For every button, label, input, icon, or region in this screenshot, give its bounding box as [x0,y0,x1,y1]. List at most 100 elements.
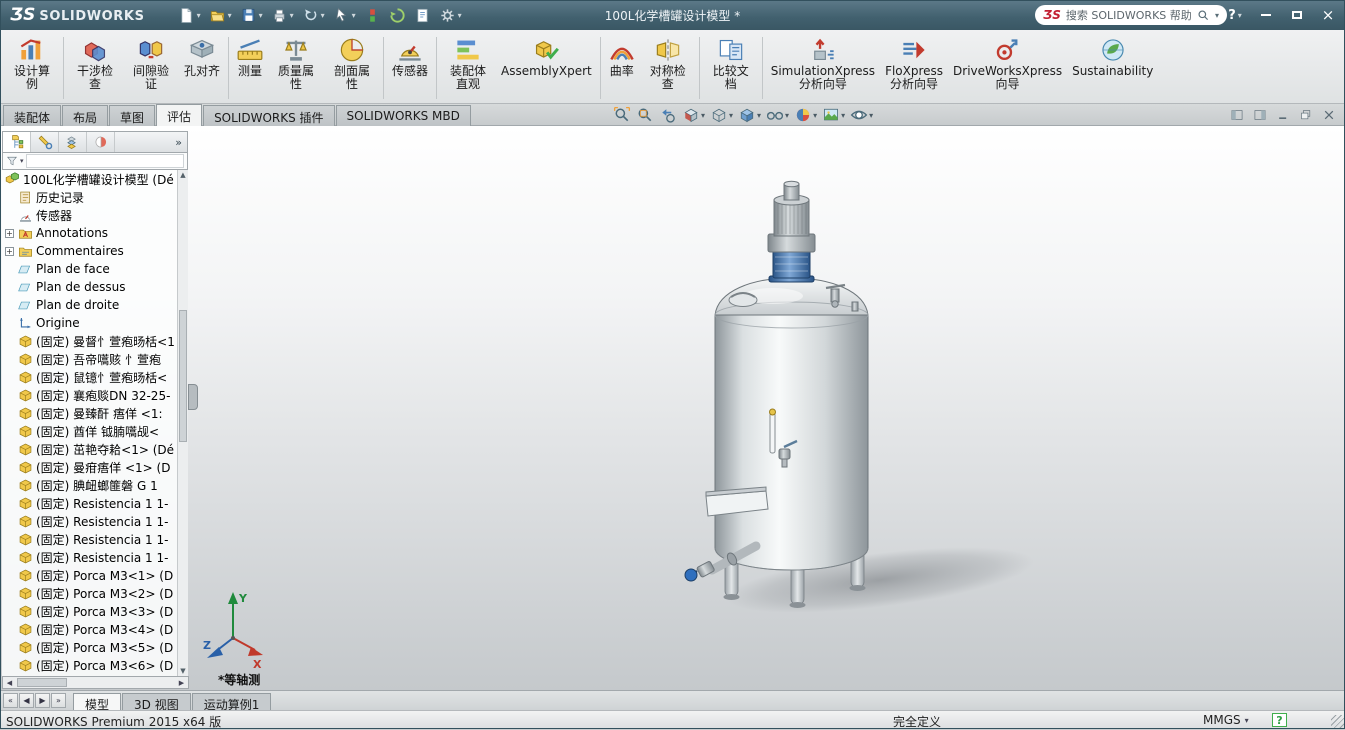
panel-tab-displaymanager[interactable] [87,132,115,152]
hide-show-items-button[interactable]: ▾ [765,106,790,124]
filter-funnel-icon[interactable] [6,155,18,167]
curvature-button[interactable]: 曲率 [604,34,640,102]
command-tab-3[interactable]: 评估 [156,104,202,126]
open-document-button[interactable]: ▾ [206,3,235,27]
tree-item[interactable]: (固定) 曼疳痦佯 <1> (D [2,458,188,476]
dropdown-arrow-icon[interactable]: ▾ [813,111,817,120]
tree-item[interactable]: (固定) 曼臻酐 痦佯 <1: [2,404,188,422]
dropdown-arrow-icon[interactable]: ▾ [321,11,325,20]
expand-toggle-icon[interactable]: + [5,229,14,238]
help-dropdown-arrow-icon[interactable]: ▾ [1238,11,1242,20]
dropdown-arrow-icon[interactable]: ▾ [785,111,789,120]
tree-item[interactable]: (固定) Porca M3<6> (D [2,656,188,674]
measure-button[interactable]: 测量 [232,34,268,102]
clearance-verification-button[interactable]: 间隙验证 [123,34,179,102]
zoom-area-button[interactable] [635,106,655,124]
bottom-tab-2[interactable]: 运动算例1 [192,693,272,710]
model-3d[interactable] [560,150,1050,660]
bottom-tab-1[interactable]: 3D 视图 [122,693,191,710]
panel-tab-propertymanager[interactable] [31,132,59,152]
dropdown-arrow-icon[interactable]: ▾ [228,11,232,20]
panel-tab-configurationmanager[interactable] [59,132,87,152]
tree-item[interactable]: (固定) 酋佯 钺腩嚆觇< [2,422,188,440]
tree-item[interactable]: +Annotations [2,224,188,242]
floxpress-button[interactable]: FloXpress分析向导 [880,34,948,102]
expand-toggle-icon[interactable]: + [5,247,14,256]
command-tab-1[interactable]: 布局 [62,105,108,126]
panel-splitter-handle[interactable] [188,384,198,410]
symmetry-check-button[interactable]: 对称检查 [640,34,696,102]
dropdown-arrow-icon[interactable]: ▾ [259,11,263,20]
tree-item[interactable]: (固定) 茁艳夺耠<1> (Dé [2,440,188,458]
compare-documents-button[interactable]: 比较文档 [703,34,759,102]
graphics-viewport[interactable]: Y X Z *等轴测 [0,126,1345,690]
scroll-up-arrow-icon[interactable]: ▲ [178,170,188,180]
tree-item[interactable]: (固定) 鼠镱忄萱疱旸栝< [2,368,188,386]
dropdown-arrow-icon[interactable]: ▾ [352,11,356,20]
save-button[interactable]: ▾ [237,3,266,27]
dropdown-arrow-icon[interactable]: ▾ [197,11,201,20]
dropdown-arrow-icon[interactable]: ▾ [729,111,733,120]
command-tab-0[interactable]: 装配体 [3,105,61,126]
dropdown-arrow-icon[interactable]: ▾ [290,11,294,20]
reference-triad[interactable]: Y X Z [203,586,267,670]
scroll-left-arrow-icon[interactable]: ◀ [3,679,16,687]
tree-item[interactable]: (固定) Resistencia 1 1- [2,494,188,512]
dropdown-arrow-icon[interactable]: ▾ [841,111,845,120]
display-style-button[interactable]: ▾ [737,106,762,124]
pane-right-button[interactable] [1252,107,1268,123]
close-button[interactable]: × [1319,6,1337,24]
maximize-button[interactable] [1288,6,1306,24]
dropdown-arrow-icon[interactable]: ▾ [869,111,873,120]
previous-view-button[interactable] [658,106,678,124]
apply-scene-button[interactable]: ▾ [821,106,846,124]
tree-vertical-scrollbar[interactable]: ▲ ▼ [177,170,188,676]
view-orientation-button[interactable]: ▾ [709,106,734,124]
print-button[interactable]: ▾ [268,3,297,27]
mass-properties-button[interactable]: 质量属性 [268,34,324,102]
tree-item[interactable]: 传感器 [2,206,188,224]
simulationxpress-button[interactable]: SimulationXpress分析向导 [766,34,880,102]
tree-item[interactable]: (固定) 曼督忄萱疱旸栝<1 [2,332,188,350]
tree-item[interactable]: (固定) Resistencia 1 1- [2,548,188,566]
zoom-fit-button[interactable] [612,106,632,124]
minimize-button[interactable] [1257,6,1275,24]
interference-check-button[interactable]: 干涉检查 [67,34,123,102]
filter-input[interactable] [26,154,184,168]
scroll-right-arrow-icon[interactable]: ▶ [175,679,188,687]
section-view-button[interactable]: ▾ [681,106,706,124]
help-search-box[interactable]: ƷS 搜索 SOLIDWORKS 帮助 ▾ [1035,5,1227,25]
tree-item[interactable]: (固定) 襄疱赕DN 32-25- [2,386,188,404]
panel-tabs-overflow-button[interactable]: » [170,136,187,149]
assemblyxpert-button[interactable]: AssemblyXpert [496,34,597,102]
dropdown-arrow-icon[interactable]: ▾ [701,111,705,120]
section-properties-button[interactable]: 剖面属性 [324,34,380,102]
tree-item[interactable]: +Commentaires [2,242,188,260]
sheet-nav-button-2[interactable]: ▶ [35,693,50,708]
tree-item[interactable]: (固定) Porca M3<3> (D [2,602,188,620]
sheet-nav-button-1[interactable]: ◀ [19,693,34,708]
tree-item[interactable]: Plan de droite [2,296,188,314]
tree-item[interactable]: Plan de face [2,260,188,278]
tree-horizontal-scrollbar[interactable]: ◀ ▶ [2,676,189,689]
units-dropdown-arrow-icon[interactable]: ▾ [1245,716,1249,725]
horizontal-scroll-thumb[interactable] [17,678,67,687]
tree-item[interactable]: 100L化学槽罐设计模型 (Dé [2,170,188,188]
sheet-nav-button-0[interactable]: « [3,693,18,708]
search-dropdown-arrow-icon[interactable]: ▾ [1215,11,1219,20]
tree-item[interactable]: (固定) Porca M3<2> (D [2,584,188,602]
assembly-visualization-button[interactable]: 装配体直观 [440,34,496,102]
sensor-button[interactable]: 传感器 [387,34,433,102]
command-tab-5[interactable]: SOLIDWORKS MBD [336,105,471,126]
units-selector[interactable]: MMGS ▾ [1203,713,1249,727]
search-input[interactable]: 搜索 SOLIDWORKS 帮助 [1066,7,1192,23]
pane-left-button[interactable] [1229,107,1245,123]
restore-document-button[interactable] [1298,107,1314,123]
close-document-button[interactable] [1321,107,1337,123]
resize-grip[interactable] [1331,715,1344,728]
hole-alignment-button[interactable]: 孔对齐 [179,34,225,102]
tree-item[interactable]: (固定) Porca M3<4> (D [2,620,188,638]
undo-button[interactable]: ▾ [299,3,328,27]
tree-item[interactable]: (固定) Resistencia 1 1- [2,512,188,530]
quick-tips-help-badge[interactable]: ? [1272,713,1287,727]
